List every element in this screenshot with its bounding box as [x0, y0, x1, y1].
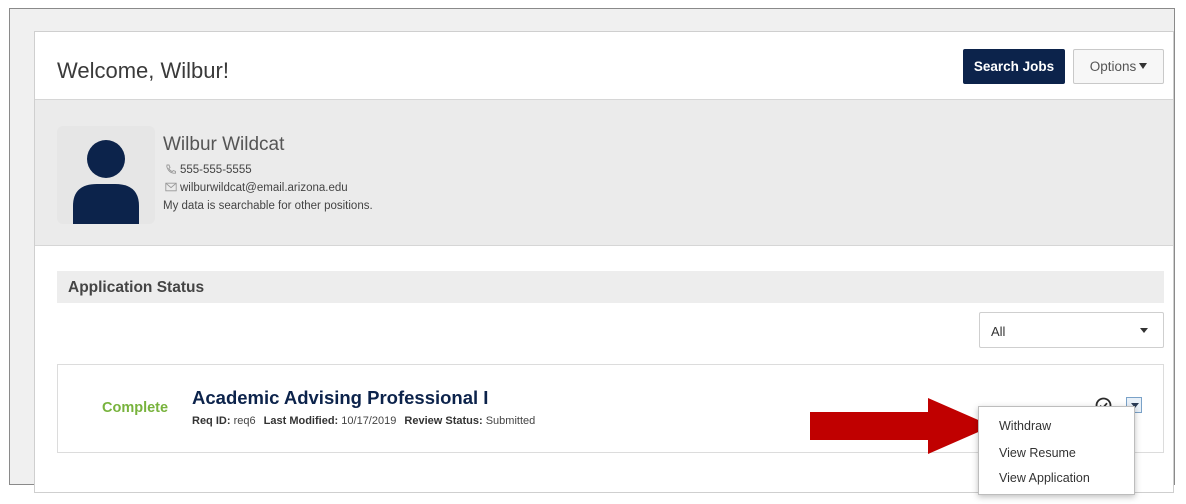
avatar [57, 126, 155, 224]
search-jobs-button[interactable]: Search Jobs [963, 49, 1065, 84]
caret-down-icon [1139, 63, 1148, 69]
page-header: Welcome, Wilbur! Search Jobs Options [35, 32, 1173, 100]
job-title-link[interactable]: Academic Advising Professional I [192, 387, 488, 409]
page-title: Welcome, Wilbur! [57, 58, 229, 83]
menu-item-withdraw[interactable]: Withdraw [999, 419, 1051, 433]
filter-selected-value: All [991, 324, 1006, 339]
user-silhouette-icon [73, 140, 139, 224]
phone-icon [166, 164, 176, 174]
actions-menu: Withdraw View Resume View Application [978, 406, 1135, 495]
application-meta: Req ID: req6 Last Modified: 10/17/2019 R… [192, 415, 535, 427]
profile-email: wilburwildcat@email.arizona.edu [165, 182, 348, 194]
red-arrow [810, 398, 992, 454]
envelope-icon [165, 182, 177, 192]
email-value: wilburwildcat@email.arizona.edu [180, 182, 348, 194]
options-button[interactable]: Options [1073, 49, 1164, 84]
status-filter-select[interactable]: All [979, 312, 1164, 348]
req-id-label: Req ID: [192, 415, 231, 427]
profile-name: Wilbur Wildcat [163, 134, 285, 155]
phone-value: 555-555-5555 [180, 164, 252, 176]
options-label: Options [1089, 59, 1137, 74]
req-id-value: req6 [233, 415, 256, 427]
profile-phone: 555-555-5555 [165, 164, 252, 176]
review-status-value: Submitted [485, 415, 536, 427]
last-modified-value: 10/17/2019 [341, 415, 397, 427]
status-badge: Complete [102, 400, 169, 416]
searchable-note: My data is searchable for other position… [163, 200, 373, 212]
last-modified-label: Last Modified: [263, 415, 339, 427]
menu-item-view-application[interactable]: View Application [999, 471, 1090, 485]
caret-down-icon [1140, 328, 1148, 333]
section-title: Application Status [68, 279, 205, 296]
review-status-label: Review Status: [404, 415, 483, 427]
application-status-header: Application Status [57, 271, 1164, 303]
menu-item-view-resume[interactable]: View Resume [999, 446, 1076, 460]
profile-section: Wilbur Wildcat 555-555-5555 wilburwildca… [35, 100, 1173, 246]
